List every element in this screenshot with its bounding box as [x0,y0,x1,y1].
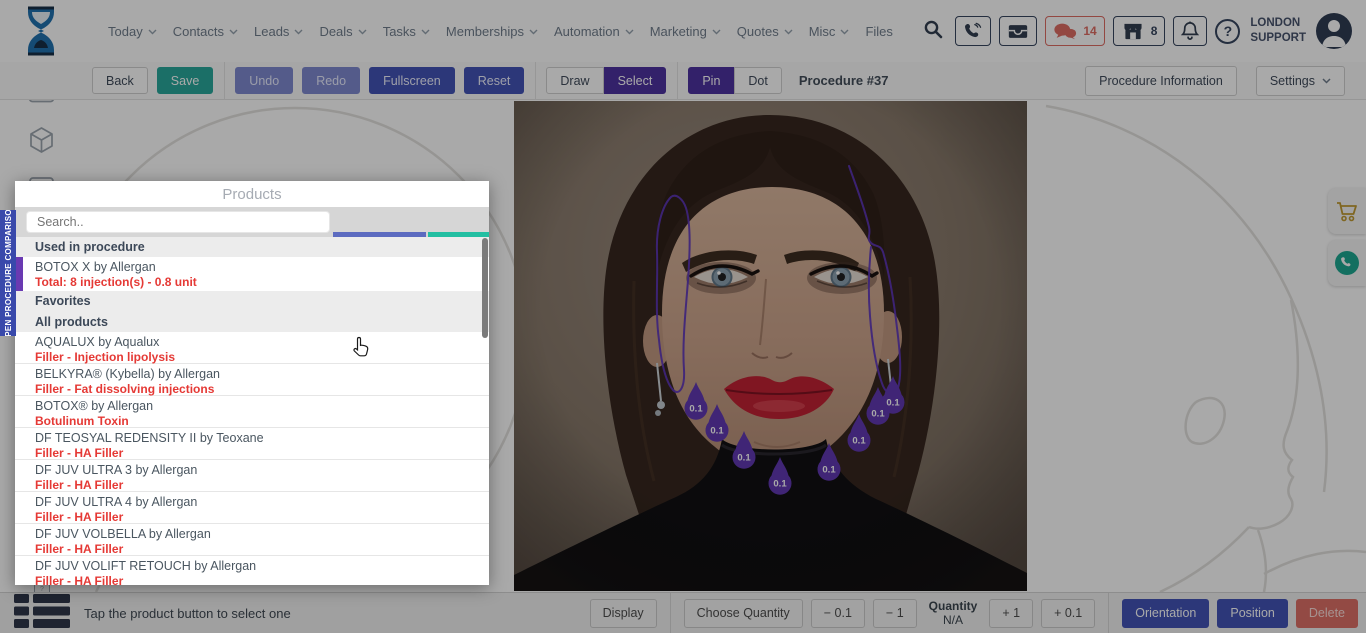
search-input[interactable] [26,211,330,233]
indigo-strip [333,232,426,237]
product-list: AQUALUX by AqualuxFiller - Injection lip… [15,332,489,585]
product-row[interactable]: BELKYRA® (Kybella) by AllerganFiller - F… [15,364,489,396]
used-product-row[interactable]: BOTOX X by Allergan Total: 8 injection(s… [15,257,489,291]
open-procedure-comparison-tab[interactable]: OPEN PROCEDURE COMPARISON [0,210,16,336]
product-row[interactable]: DF JUV VOLIFT RETOUCH by AllerganFiller … [15,556,489,585]
product-row[interactable]: AQUALUX by AqualuxFiller - Injection lip… [15,332,489,364]
product-row[interactable]: BOTOX® by AllerganBotulinum Toxin [15,396,489,428]
panel-search-row [15,207,489,237]
panel-title: Products [15,181,489,207]
product-row[interactable]: DF JUV ULTRA 4 by AllerganFiller - HA Fi… [15,492,489,524]
app-root: TodayContactsLeadsDealsTasksMembershipsA… [0,0,1366,633]
product-row[interactable]: DF TEOSYAL REDENSITY II by TeoxaneFiller… [15,428,489,460]
product-row[interactable]: DF JUV VOLBELLA by AllerganFiller - HA F… [15,524,489,556]
panel-scrollbar[interactable] [482,238,488,338]
products-panel: Products Used in procedure BOTOX X by Al… [15,181,489,585]
section-favorites: Favorites [15,291,489,311]
section-used-in-procedure: Used in procedure [15,237,489,257]
teal-strip [428,232,489,237]
product-row[interactable]: DF JUV ULTRA 3 by AllerganFiller - HA Fi… [15,460,489,492]
section-all-products: All products [15,311,489,332]
